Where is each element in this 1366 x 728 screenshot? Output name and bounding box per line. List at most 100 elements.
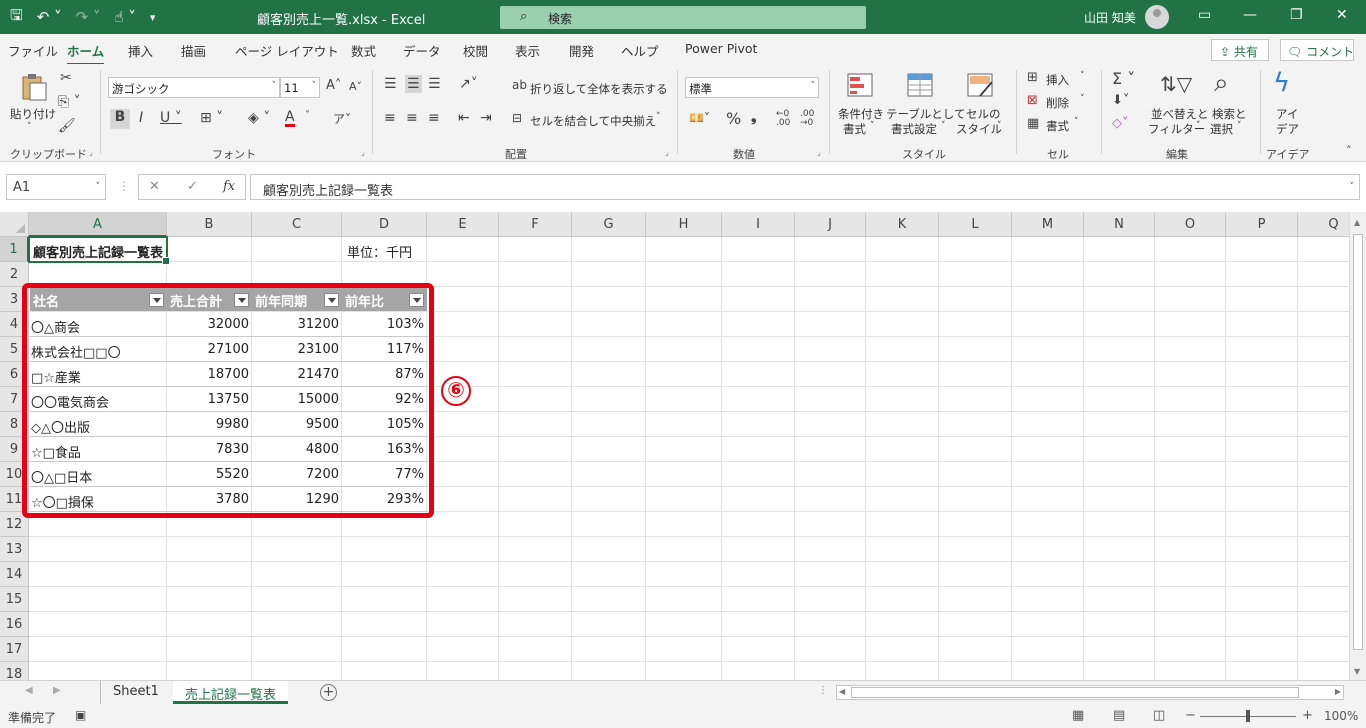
font-launcher-icon[interactable]: ⌟: [361, 148, 365, 157]
chevron-down-icon[interactable]: ˅: [870, 121, 875, 131]
chevron-down-icon[interactable]: ˅: [1237, 121, 1242, 131]
chevron-down-icon[interactable]: ˅: [1080, 71, 1085, 81]
formula-input[interactable]: 顧客別売上記録一覧表 ˅: [250, 174, 1360, 200]
expand-formula-icon[interactable]: ˅: [1350, 182, 1355, 192]
column-header-e[interactable]: E: [427, 212, 499, 237]
align-right-icon[interactable]: ≡: [428, 110, 440, 126]
column-header-l[interactable]: L: [939, 212, 1012, 237]
prev-sheet-icon[interactable]: ◀: [25, 685, 33, 696]
row-header-15[interactable]: 15: [0, 587, 29, 612]
phonetic-icon[interactable]: ア˅: [333, 110, 351, 127]
paste-label[interactable]: 貼り付け: [10, 106, 56, 122]
sheet-tab-sales-records[interactable]: 売上記録一覧表: [173, 681, 289, 704]
name-box[interactable]: A1 ˅: [6, 174, 106, 200]
column-header-h[interactable]: H: [646, 212, 722, 237]
column-header-j[interactable]: J: [795, 212, 866, 237]
horizontal-scrollbar[interactable]: ◀ ▶: [836, 685, 1344, 700]
tab-formulas[interactable]: 数式: [351, 41, 376, 60]
scroll-up-icon[interactable]: ▲: [1354, 218, 1360, 227]
select-all-button[interactable]: [0, 212, 29, 237]
conditional-format-label-2[interactable]: 書式: [843, 121, 866, 137]
row-header-16[interactable]: 16: [0, 612, 29, 637]
decrease-decimal-icon[interactable]: .00 →0: [800, 110, 814, 128]
merge-center-button[interactable]: セルを結合して中央揃え: [530, 113, 656, 129]
column-header-p[interactable]: P: [1226, 212, 1298, 237]
fill-icon[interactable]: ⬇˅: [1112, 93, 1129, 108]
tab-file[interactable]: ファイル: [8, 41, 58, 60]
font-color-dropdown-icon[interactable]: ˅: [305, 110, 310, 121]
increase-decimal-icon[interactable]: ←0.00: [776, 110, 790, 128]
user-name[interactable]: 山田 知美: [1084, 9, 1136, 26]
bold-icon[interactable]: B: [110, 109, 130, 129]
clear-icon[interactable]: ◇˅: [1112, 116, 1129, 131]
cut-icon[interactable]: ✂: [60, 70, 72, 86]
chevron-down-icon[interactable]: ˅: [1196, 121, 1201, 131]
tab-draw[interactable]: 描画: [181, 41, 206, 60]
worksheet-grid[interactable]: ABCDEFGHIJKLMNOPQ 1 2 3 4 5 6 7 8 9 10 11 12 13 14 15 1…: [0, 212, 1366, 680]
align-top-icon[interactable]: ☰: [384, 76, 397, 92]
comment-button[interactable]: 🗨 コメント: [1280, 39, 1354, 61]
chevron-down-icon[interactable]: ˅: [656, 112, 661, 122]
restore-icon[interactable]: ❐: [1290, 7, 1303, 23]
number-format-select[interactable]: 標準 ˅: [685, 77, 819, 98]
row-header-13[interactable]: 13: [0, 537, 29, 562]
autosum-icon[interactable]: Σ ˅: [1112, 69, 1135, 88]
merge-center-icon[interactable]: ⊟: [512, 111, 522, 125]
conditional-format-label-1[interactable]: 条件付き: [838, 106, 884, 122]
zoom-slider-thumb[interactable]: [1246, 710, 1250, 722]
accounting-format-icon[interactable]: 💴˅: [689, 111, 710, 125]
cell-styles-label-1[interactable]: セルの: [966, 106, 1001, 122]
align-left-icon[interactable]: ≡: [384, 110, 396, 126]
find-select-label-1[interactable]: 検索と: [1212, 106, 1247, 122]
comma-style-icon[interactable]: ❟: [751, 109, 757, 125]
chevron-down-icon[interactable]: ˅: [1074, 117, 1079, 127]
zoom-out-icon[interactable]: −: [1185, 708, 1196, 723]
wrap-text-icon[interactable]: ab: [512, 78, 527, 92]
tab-review[interactable]: 校閲: [463, 41, 488, 60]
align-middle-icon[interactable]: ☰: [405, 75, 422, 93]
format-cells-icon[interactable]: ▦: [1027, 116, 1039, 131]
avatar[interactable]: [1145, 5, 1169, 29]
tab-help[interactable]: ヘルプ: [621, 41, 659, 60]
undo-icon[interactable]: ↶ ˅: [37, 8, 62, 26]
cell-d1[interactable]: 単位：千円: [347, 237, 412, 262]
column-header-a[interactable]: A: [29, 212, 167, 237]
tab-view[interactable]: 表示: [515, 41, 540, 60]
zoom-in-icon[interactable]: +: [1302, 708, 1313, 723]
alignment-launcher-icon[interactable]: ⌟: [665, 148, 669, 157]
sort-filter-icon[interactable]: ⇅▽: [1160, 72, 1192, 96]
scrollbar-thumb[interactable]: [1353, 234, 1363, 650]
normal-view-icon[interactable]: ▦: [1072, 708, 1084, 723]
row-header-14[interactable]: 14: [0, 562, 29, 587]
increase-indent-icon[interactable]: ⇥: [480, 110, 492, 126]
insert-function-icon[interactable]: fx: [223, 179, 235, 194]
borders-icon[interactable]: ⊞ ˅: [200, 110, 223, 126]
column-header-m[interactable]: M: [1012, 212, 1084, 237]
collapse-ribbon-icon[interactable]: ˄: [1346, 144, 1352, 157]
share-button[interactable]: ⇪ 共有: [1211, 39, 1269, 61]
find-select-icon[interactable]: ⌕: [1214, 68, 1229, 99]
italic-icon[interactable]: I: [139, 110, 143, 126]
column-header-b[interactable]: B: [167, 212, 252, 237]
tab-home[interactable]: ホーム: [67, 41, 105, 66]
ideas-lightning-icon[interactable]: ϟ: [1273, 68, 1290, 98]
column-header-k[interactable]: K: [866, 212, 939, 237]
font-name-select[interactable]: 游ゴシック ˅: [108, 77, 280, 98]
save-icon[interactable]: 🖫: [10, 5, 23, 30]
format-cells-button[interactable]: 書式: [1046, 118, 1069, 134]
redo-icon[interactable]: ↷ ˅: [76, 8, 101, 26]
add-sheet-icon[interactable]: +: [320, 684, 337, 701]
format-as-table-icon[interactable]: [906, 72, 936, 100]
sort-filter-label-1[interactable]: 並べ替えと: [1151, 106, 1209, 122]
format-painter-icon[interactable]: 🖌: [58, 118, 76, 134]
ideas-label-1[interactable]: アイ: [1276, 106, 1298, 122]
decrease-font-icon[interactable]: A˅: [349, 80, 362, 93]
percent-icon[interactable]: %: [726, 109, 741, 128]
format-as-table-label-2[interactable]: 書式設定: [891, 121, 937, 137]
row-header-17[interactable]: 17: [0, 637, 29, 662]
font-color-icon[interactable]: A: [285, 110, 295, 127]
chevron-down-icon[interactable]: ˅: [997, 121, 1002, 131]
font-size-select[interactable]: 11 ˅: [280, 77, 320, 98]
copy-icon[interactable]: ⎘ ˅: [58, 94, 81, 110]
page-layout-view-icon[interactable]: ▤: [1113, 708, 1125, 723]
